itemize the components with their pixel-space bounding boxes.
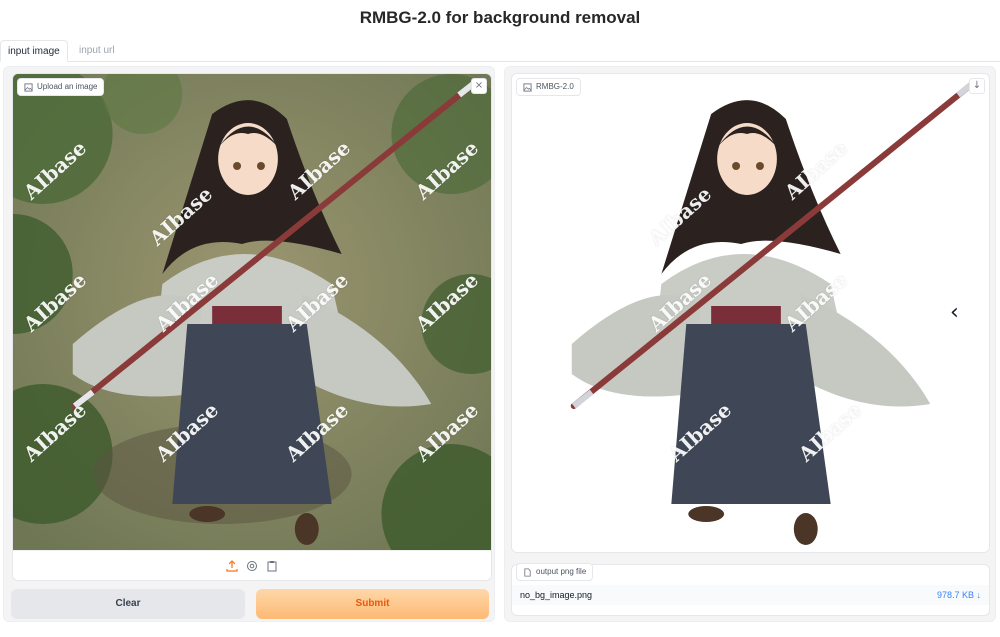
output-label-text: RMBG-2.0 [536,82,574,91]
file-size-download[interactable]: 978.7 KB ↓ [937,585,981,605]
file-label-text: output png file [536,567,587,576]
clear-button[interactable]: Clear [11,589,245,619]
close-icon[interactable]: × [471,78,487,94]
input-label-text: Upload an image [37,82,98,91]
image-icon [523,82,532,92]
input-panel: Upload an image × AIbase AIbase AIbase A… [3,66,495,622]
output-photo [512,74,989,552]
input-image-label: Upload an image [17,78,105,96]
file-icon [524,567,531,577]
download-icon[interactable]: ↓ [969,78,985,94]
page: RMBG-2.0 for background removal input im… [0,0,1000,637]
output-image-label: RMBG-2.0 [516,78,581,96]
clipboard-icon[interactable] [266,560,278,572]
output-panel: RMBG-2.0 ↓ AIbase AIbase AIbase AIbase A… [504,66,996,622]
file-row[interactable]: no_bg_image.png 978.7 KB ↓ [512,585,989,605]
tab-input-image[interactable]: input image [0,40,68,62]
chevron-left-icon[interactable]: ‹ [950,300,959,325]
file-name[interactable]: no_bg_image.png [520,585,592,605]
webcam-icon[interactable] [246,560,258,572]
input-toolbar [13,550,491,580]
image-icon [24,82,33,92]
submit-button[interactable]: Submit [256,589,489,619]
input-image-box[interactable]: Upload an image × AIbase AIbase AIbase A… [12,73,492,581]
tab-input-url[interactable]: input url [72,40,122,62]
tab-bar: input image input url [0,40,1000,62]
output-file-panel: output png file no_bg_image.png 978.7 KB… [511,563,990,616]
upload-icon[interactable] [226,559,238,572]
output-file-label: output png file [516,563,594,581]
page-title: RMBG-2.0 for background removal [359,8,641,27]
output-image-box: RMBG-2.0 ↓ AIbase AIbase AIbase AIbase A… [511,73,990,553]
